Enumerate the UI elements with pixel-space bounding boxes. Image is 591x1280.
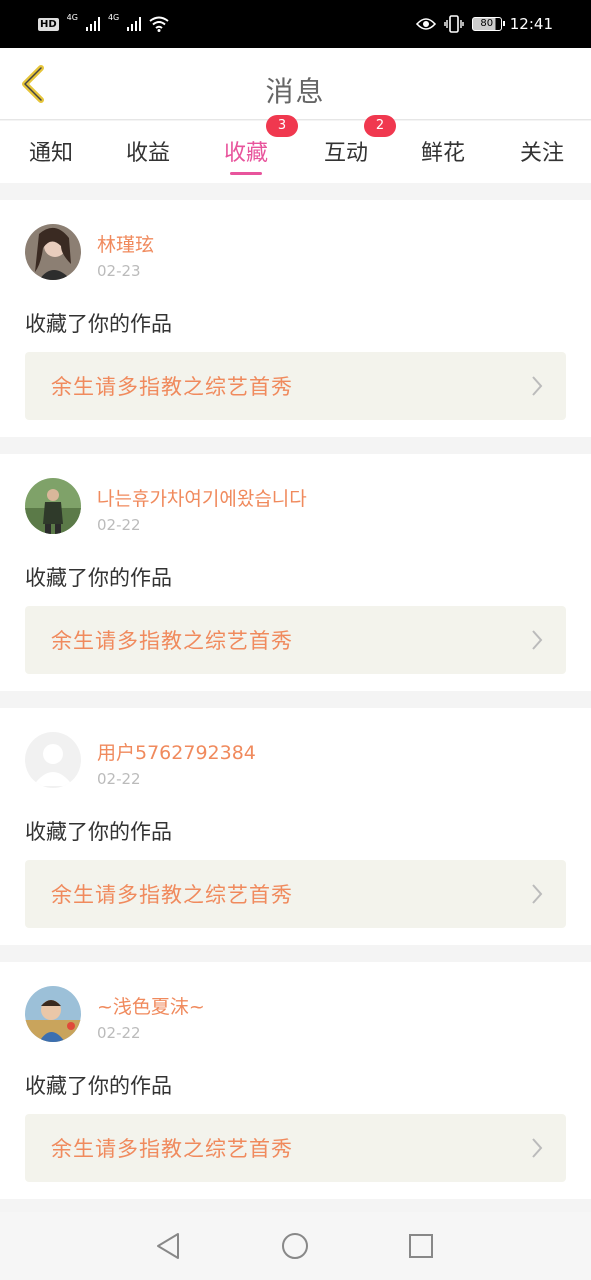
hd-badge: HD xyxy=(38,17,59,31)
tab-label: 鲜花 xyxy=(420,141,465,166)
status-right: 80 12:41 xyxy=(415,15,553,33)
tab-label: 收藏 xyxy=(223,141,268,166)
favorites-list: 林瑾玹 02-23 收藏了你的作品 余生请多指教之综艺首秀 나는휴가차여기에왔습… xyxy=(0,200,591,1216)
unread-badge: 2 xyxy=(364,115,396,137)
tab-label: 通知 xyxy=(28,141,73,166)
work-title: 余生请多指教之综艺首秀 xyxy=(51,629,293,653)
square-recents-icon xyxy=(409,1234,433,1258)
default-user-icon xyxy=(25,732,81,788)
list-item: 나는휴가차여기에왔습니다 02-22 收藏了你的作品 余生请多指教之综艺首秀 xyxy=(0,454,591,691)
action-text: 收藏了你的作品 xyxy=(25,566,172,590)
signal-icon xyxy=(85,17,100,31)
vibrate-icon xyxy=(444,15,464,33)
tab-label: 互动 xyxy=(323,141,368,166)
avatar[interactable] xyxy=(25,478,81,534)
network-label-1: 4G xyxy=(66,13,78,22)
username[interactable]: 나는휴가차여기에왔습니다 xyxy=(97,484,307,511)
battery-icon: 80 xyxy=(471,17,505,31)
username[interactable]: 林瑾玹 xyxy=(97,230,154,257)
tab-notifications[interactable]: 通知 xyxy=(11,121,91,183)
user-photo-icon xyxy=(25,986,81,1042)
username[interactable]: ~浅色夏沫~ xyxy=(97,992,205,1019)
tab-follows[interactable]: 关注 xyxy=(502,121,582,183)
status-bar: HD 4G 4G 80 12:41 xyxy=(0,0,591,48)
status-left: HD 4G 4G xyxy=(38,13,169,32)
tab-favorites[interactable]: 收藏 3 xyxy=(206,115,298,183)
chevron-right-icon xyxy=(532,630,543,650)
clock: 12:41 xyxy=(509,15,553,33)
work-link[interactable]: 余生请多指教之综艺首秀 xyxy=(25,860,566,928)
circle-home-icon xyxy=(282,1233,308,1259)
nav-recents-button[interactable] xyxy=(405,1230,437,1262)
date: 02-22 xyxy=(97,516,141,534)
eye-icon xyxy=(415,18,436,30)
user-photo-icon xyxy=(25,478,81,534)
tab-label: 关注 xyxy=(519,141,564,166)
network-label-2: 4G xyxy=(107,13,120,22)
system-nav-bar xyxy=(0,1212,591,1280)
list-item: ~浅色夏沫~ 02-22 收藏了你的作品 余生请多指教之综艺首秀 xyxy=(0,962,591,1199)
tab-label: 收益 xyxy=(125,141,170,166)
work-title: 余生请多指教之综艺首秀 xyxy=(51,1137,293,1161)
work-link[interactable]: 余生请多指教之综艺首秀 xyxy=(25,352,566,420)
work-title: 余生请多指教之综艺首秀 xyxy=(51,883,293,907)
action-text: 收藏了你的作品 xyxy=(25,312,172,336)
unread-badge: 3 xyxy=(266,115,298,137)
nav-home-button[interactable] xyxy=(279,1230,311,1262)
username[interactable]: 用户5762792384 xyxy=(97,738,256,765)
date: 02-23 xyxy=(97,262,141,280)
list-item: 用户5762792384 02-22 收藏了你的作品 余生请多指教之综艺首秀 xyxy=(0,708,591,945)
screen: HD 4G 4G 80 12:41 消息 通知 收益 收藏 3 互动 2 鲜花 … xyxy=(0,0,591,1280)
chevron-right-icon xyxy=(532,1138,543,1158)
date: 02-22 xyxy=(97,770,141,788)
chevron-right-icon xyxy=(532,376,543,396)
avatar[interactable] xyxy=(25,224,81,280)
wifi-icon xyxy=(149,16,169,32)
nav-back-button[interactable] xyxy=(152,1230,184,1262)
list-item: 林瑾玹 02-23 收藏了你的作品 余生请多指教之综艺首秀 xyxy=(0,200,591,437)
work-link[interactable]: 余生请多指教之综艺首秀 xyxy=(25,1114,566,1182)
chevron-right-icon xyxy=(532,884,543,904)
triangle-back-icon xyxy=(157,1233,179,1259)
work-title: 余生请多指教之综艺首秀 xyxy=(51,375,293,399)
tab-flowers[interactable]: 鲜花 xyxy=(403,121,483,183)
tab-interactions[interactable]: 互动 2 xyxy=(306,115,396,183)
action-text: 收藏了你的作品 xyxy=(25,1074,172,1098)
work-link[interactable]: 余生请多指教之综艺首秀 xyxy=(25,606,566,674)
avatar[interactable] xyxy=(25,986,81,1042)
active-tab-indicator xyxy=(230,172,262,175)
user-photo-icon xyxy=(25,224,81,280)
date: 02-22 xyxy=(97,1024,141,1042)
avatar[interactable] xyxy=(25,732,81,788)
action-text: 收藏了你的作品 xyxy=(25,820,172,844)
signal-icon-2 xyxy=(127,17,142,31)
tab-earnings[interactable]: 收益 xyxy=(108,121,188,183)
header: 消息 xyxy=(0,48,591,120)
page-title: 消息 xyxy=(265,75,326,108)
tab-bar: 通知 收益 收藏 3 互动 2 鲜花 关注 xyxy=(0,115,591,183)
